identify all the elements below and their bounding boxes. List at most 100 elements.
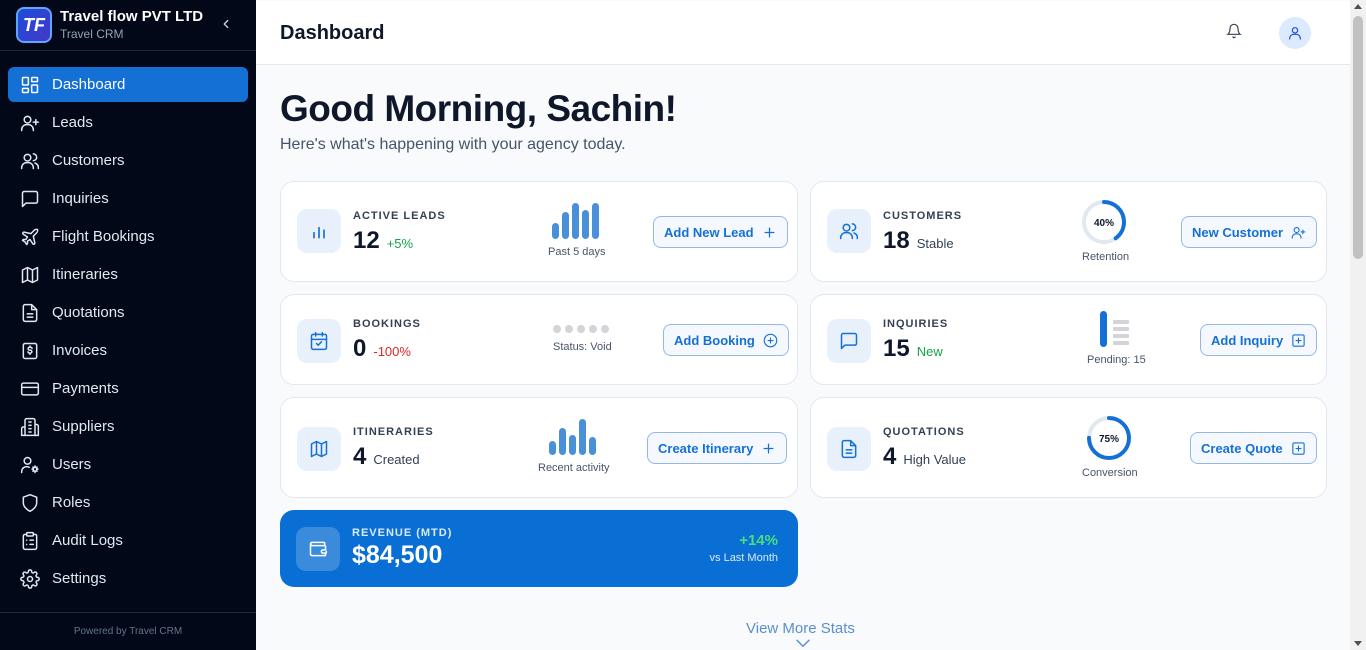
card-value: 15 New (883, 335, 943, 363)
spark-bar (592, 203, 599, 239)
clipboard-list-icon (22, 531, 38, 550)
sidebar-item-payments[interactable]: Payments (8, 371, 248, 406)
revenue-compare: vs Last Month (709, 552, 778, 564)
file-text-icon (22, 303, 38, 322)
quotations-status: High Value (903, 452, 966, 467)
sidebar-item-audit-logs[interactable]: Audit Logs (8, 523, 248, 558)
sidebar-item-dashboard[interactable]: Dashboard (8, 67, 248, 102)
page-scrollbar[interactable] (1350, 0, 1366, 650)
sidebar-item-label: Suppliers (52, 418, 115, 435)
customers-card: CUSTOMERS 18 Stable 40% Retention New Cu… (810, 181, 1327, 282)
button-label: Create Itinerary (658, 440, 754, 456)
sidebar-item-settings[interactable]: Settings (8, 561, 248, 596)
dashboard-icon (21, 76, 39, 93)
sidebar-item-flight-bookings[interactable]: Flight Bookings (8, 219, 248, 254)
revenue-card[interactable]: REVENUE (MTD) $84,500 +14% vs Last Month (280, 510, 798, 587)
file-text-icon (827, 427, 871, 471)
receipt-dollar-icon (22, 342, 38, 359)
collapse-sidebar-button[interactable] (216, 14, 236, 34)
page-title: Dashboard (280, 22, 385, 44)
scroll-thumb[interactable] (1353, 16, 1363, 259)
active-leads-change: +5% (386, 236, 414, 251)
spark-bar (549, 441, 556, 455)
user-avatar-button[interactable] (1279, 17, 1311, 49)
sidebar-item-label: Quotations (52, 304, 125, 321)
bell-icon (1226, 23, 1242, 39)
brand-logo[interactable]: TF (16, 7, 52, 43)
chevron-down-icon[interactable] (794, 638, 812, 650)
sidebar: TF Travel flow PVT LTD Travel CRM Dashbo… (0, 0, 256, 650)
sidebar-item-inquiries[interactable]: Inquiries (8, 181, 248, 216)
scroll-up-arrow-icon[interactable] (1354, 4, 1362, 9)
credit-card-icon (20, 381, 40, 396)
plus-circle-icon (763, 333, 778, 347)
sidebar-item-label: Flight Bookings (52, 228, 155, 245)
user-plus-icon (20, 115, 40, 131)
plus-icon (764, 227, 775, 237)
itineraries-sparkbars (549, 419, 596, 455)
sidebar-item-leads[interactable]: Leads (8, 105, 248, 140)
sidebar-item-itineraries[interactable]: Itineraries (8, 257, 248, 292)
spark-bar (589, 437, 596, 455)
building-icon (20, 417, 40, 436)
sidebar-item-users[interactable]: Users (8, 447, 248, 482)
add-inquiry-button[interactable]: Add Inquiry (1200, 324, 1318, 356)
message-square-icon (21, 190, 39, 207)
active-leads-card: ACTIVE LEADS 12 +5% Past 5 days Add New … (280, 181, 798, 282)
card-value: 4 High Value (883, 443, 966, 471)
map-icon (21, 266, 39, 283)
spark-bar (562, 212, 569, 239)
button-label: Add Booking (674, 332, 755, 348)
sidebar-item-label: Payments (52, 380, 119, 397)
viz-caption: Retention (1082, 251, 1130, 263)
spark-bar (569, 435, 576, 455)
sidebar-footer: Powered by Travel CRM (0, 612, 256, 650)
new-customer-button[interactable]: New Customer (1181, 216, 1318, 248)
card-value: 4 Created (353, 443, 420, 471)
spark-bar (579, 419, 586, 455)
card-label: ACTIVE LEADS (353, 210, 446, 222)
scroll-down-arrow-icon[interactable] (1354, 641, 1362, 646)
user-cog-icon (20, 456, 39, 473)
sidebar-item-invoices[interactable]: Invoices (8, 333, 248, 368)
spark-bar (582, 210, 589, 239)
sidebar-nav: Dashboard Leads Customers Inquiries Flig… (0, 51, 256, 596)
sidebar-item-customers[interactable]: Customers (8, 143, 248, 178)
add-new-lead-button[interactable]: Add New Lead (653, 216, 788, 248)
shield-icon (22, 493, 38, 512)
sidebar-item-label: Users (52, 456, 92, 473)
conversion-progress-ring: 75% (1087, 416, 1131, 460)
create-quote-button[interactable]: Create Quote (1190, 432, 1317, 464)
sidebar-item-roles[interactable]: Roles (8, 485, 248, 520)
wallet-icon (296, 527, 340, 571)
status-dot (589, 325, 597, 333)
status-dot (577, 325, 585, 333)
plus-icon (763, 443, 774, 453)
user-plus-icon (1291, 226, 1306, 239)
sidebar-item-label: Itineraries (52, 266, 118, 283)
card-label: CUSTOMERS (883, 210, 963, 222)
notifications-button[interactable] (1226, 23, 1246, 43)
sidebar-item-label: Settings (52, 570, 107, 587)
retention-progress-ring: 40% (1082, 200, 1126, 244)
plus-square-icon (1292, 333, 1305, 347)
map-icon (297, 427, 341, 471)
bookings-value: 0 (353, 335, 367, 362)
ring-text: 40% (1094, 218, 1114, 229)
viz-caption: Recent activity (538, 462, 610, 474)
revenue-value: $84,500 (352, 541, 443, 569)
status-dot (601, 325, 609, 333)
sidebar-item-quotations[interactable]: Quotations (8, 295, 248, 330)
brand-name: Travel flow PVT LTD (60, 8, 204, 25)
spark-bar (552, 223, 559, 239)
viz-caption: Pending: 15 (1087, 354, 1146, 366)
card-value: 12 +5% (353, 227, 413, 255)
add-booking-button[interactable]: Add Booking (663, 324, 789, 356)
quotations-value: 4 (883, 443, 897, 470)
sidebar-item-suppliers[interactable]: Suppliers (8, 409, 248, 444)
customers-status: Stable (916, 236, 954, 251)
view-more-stats-link[interactable]: View More Stats (746, 620, 855, 637)
sidebar-item-label: Dashboard (52, 76, 126, 93)
create-itinerary-button[interactable]: Create Itinerary (647, 432, 788, 464)
card-label: INQUIRIES (883, 318, 949, 330)
